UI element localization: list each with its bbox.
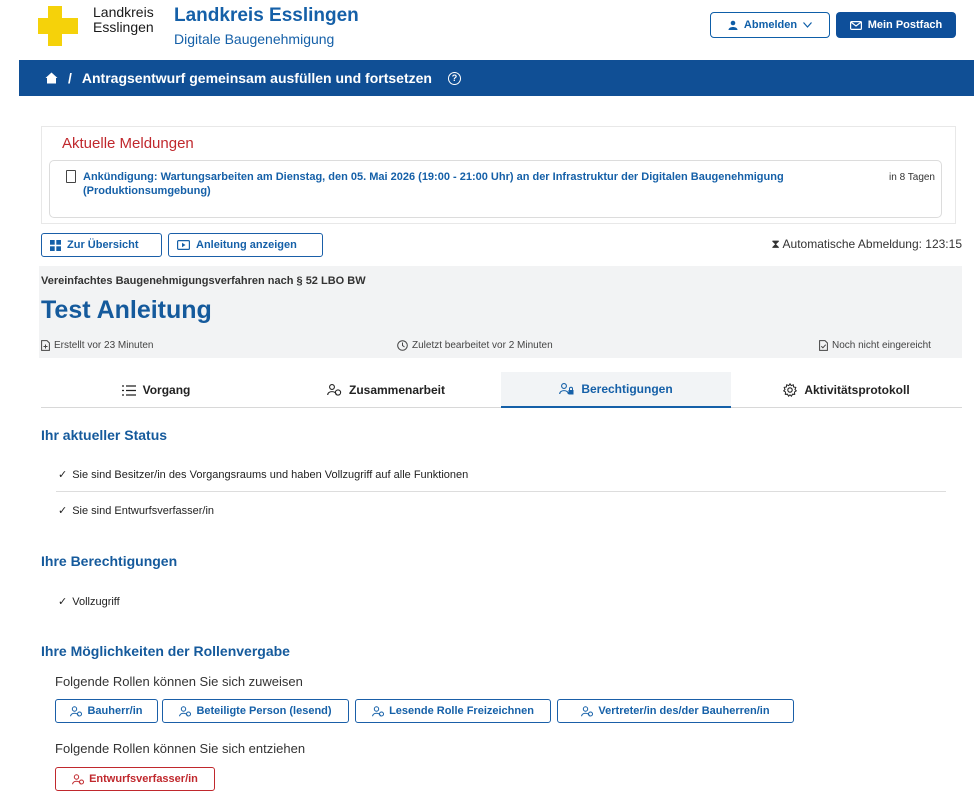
help-icon[interactable]: ? <box>447 71 461 85</box>
role-label: Entwurfsverfasser/in <box>89 773 198 785</box>
submission-info: Noch nicht eingereicht <box>819 340 931 351</box>
news-heading: Aktuelle Meldungen <box>62 135 194 152</box>
site-header: Landkreis Esslingen Landkreis Esslingen … <box>0 0 974 58</box>
breadcrumb-separator: / <box>68 70 72 86</box>
mailbox-button[interactable]: Mein Postfach <box>836 12 956 38</box>
site-subtitle: Digitale Baugenehmigung <box>174 31 335 47</box>
tab-vorgang[interactable]: Vorgang <box>41 372 271 408</box>
tab-bar: Vorgang Zusammenarbeit Berechtigungen Ak… <box>41 372 962 408</box>
divider <box>56 491 946 492</box>
status-item: ✓ Sie sind Besitzer/in des Vorgangsraums… <box>58 468 469 482</box>
gear-icon <box>783 383 798 397</box>
auto-logout-text: Automatische Abmeldung: 123:15 <box>782 237 962 251</box>
edited-info: Zuletzt bearbeitet vor 2 Minuten <box>397 340 553 351</box>
news-item-link[interactable]: Ankündigung: Wartungsarbeiten am Diensta… <box>83 170 878 198</box>
check-icon: ✓ <box>58 469 68 481</box>
remove-role-entwurfsverfasser-button[interactable]: Entwurfsverfasser/in <box>55 767 215 791</box>
user-icon <box>72 773 85 785</box>
permission-item-text: Vollzugriff <box>72 595 120 608</box>
tab-berechtigungen[interactable]: Berechtigungen <box>501 372 731 408</box>
page-title: Test Anleitung <box>41 296 212 324</box>
user-icon <box>372 705 385 717</box>
breadcrumb: / Antragsentwurf gemeinsam ausfüllen und… <box>19 60 974 96</box>
home-icon[interactable] <box>45 72 58 84</box>
role-label: Bauherr/in <box>87 705 143 717</box>
role-label: Lesende Rolle Freizeichnen <box>389 705 534 717</box>
site-title[interactable]: Landkreis Esslingen <box>174 5 359 27</box>
process-type: Vereinfachtes Baugenehmigungsverfahren n… <box>41 275 366 287</box>
document-icon <box>66 170 76 183</box>
submission-text: Noch nicht eingereicht <box>832 340 931 351</box>
logo-wordmark: Landkreis Esslingen <box>93 4 154 35</box>
breadcrumb-current: Antragsentwurf gemeinsam ausfüllen und f… <box>81 70 432 86</box>
check-icon: ✓ <box>58 505 68 517</box>
auto-logout-timer: ⧗ Automatische Abmeldung: 123:15 <box>740 237 962 252</box>
edited-text: Zuletzt bearbeitet vor 2 Minuten <box>412 340 553 351</box>
assign-role-vertreter-button[interactable]: Vertreter/in des/der Bauherren/in <box>557 699 794 723</box>
process-summary: Vereinfachtes Baugenehmigungsverfahren n… <box>39 266 962 358</box>
roles-heading: Ihre Möglichkeiten der Rollenvergabe <box>41 643 290 659</box>
permissions-heading: Ihre Berechtigungen <box>41 553 178 569</box>
role-label: Vertreter/in des/der Bauherren/in <box>598 705 770 717</box>
hourglass-icon: ⧗ <box>771 237 780 251</box>
assign-role-beteiligte-button[interactable]: Beteiligte Person (lesend) <box>162 699 349 723</box>
user-icon <box>179 705 192 717</box>
check-icon: ✓ <box>58 596 68 608</box>
status-item-text: Sie sind Entwurfsverfasser/in <box>72 504 215 517</box>
assign-role-lesende-button[interactable]: Lesende Rolle Freizeichnen <box>355 699 551 723</box>
overview-button[interactable]: Zur Übersicht <box>41 233 162 257</box>
tab-label: Aktivitätsprotokoll <box>804 383 910 397</box>
news-item[interactable]: Ankündigung: Wartungsarbeiten am Diensta… <box>49 160 942 218</box>
file-plus-icon <box>41 340 50 351</box>
guide-button[interactable]: Anleitung anzeigen <box>168 233 323 257</box>
file-check-icon <box>819 340 828 351</box>
guide-label: Anleitung anzeigen <box>196 239 297 251</box>
created-text: Erstellt vor 23 Minuten <box>54 340 154 351</box>
assign-roles-label: Folgende Rollen können Sie sich zuweisen <box>55 674 303 689</box>
mailbox-label: Mein Postfach <box>867 19 943 31</box>
users-icon <box>327 384 342 396</box>
status-heading: Ihr aktueller Status <box>41 427 168 443</box>
grid-icon <box>50 239 61 251</box>
news-item-when: in 8 Tagen <box>889 172 935 183</box>
role-label: Beteiligte Person (lesend) <box>196 705 332 717</box>
tab-label: Zusammenarbeit <box>348 383 446 397</box>
permission-item: ✓ Vollzugriff <box>58 595 120 609</box>
created-info: Erstellt vor 23 Minuten <box>41 340 154 351</box>
tab-aktivitaetsprotokoll[interactable]: Aktivitätsprotokoll <box>731 372 962 408</box>
user-icon <box>581 705 594 717</box>
user-icon <box>728 20 738 30</box>
news-panel: Aktuelle Meldungen Ankündigung: Wartungs… <box>41 126 956 224</box>
user-icon <box>70 705 83 717</box>
chevron-down-icon <box>803 22 813 28</box>
status-item-text: Sie sind Besitzer/in des Vorgangsraums u… <box>72 468 469 481</box>
overview-label: Zur Übersicht <box>67 239 139 251</box>
tab-zusammenarbeit[interactable]: Zusammenarbeit <box>271 372 501 408</box>
status-item: ✓ Sie sind Entwurfsverfasser/in <box>58 504 215 518</box>
landkreis-logo[interactable] <box>38 6 78 46</box>
mail-icon <box>849 20 862 30</box>
logout-button[interactable]: Abmelden <box>710 12 830 38</box>
list-icon <box>121 384 136 396</box>
clock-icon <box>397 340 408 351</box>
tab-label: Berechtigungen <box>581 382 673 396</box>
user-lock-icon <box>559 383 574 395</box>
tab-label: Vorgang <box>142 383 191 397</box>
assign-role-bauherr-button[interactable]: Bauherr/in <box>55 699 158 723</box>
play-icon <box>177 240 190 250</box>
remove-roles-label: Folgende Rollen können Sie sich entziehe… <box>55 741 306 756</box>
logout-label: Abmelden <box>743 19 798 31</box>
